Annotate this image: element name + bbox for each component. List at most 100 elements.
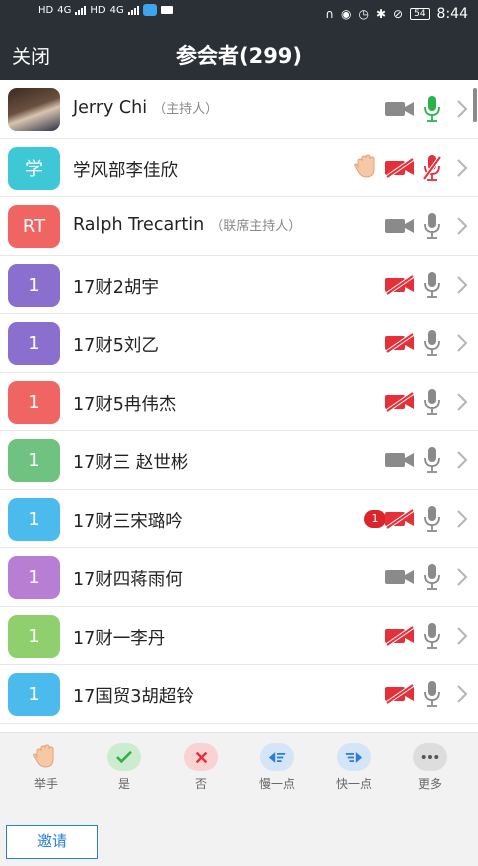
mic-icon[interactable] (422, 679, 442, 709)
chevron-right-icon[interactable] (456, 391, 468, 413)
avatar: RT (8, 205, 60, 248)
participant-row[interactable]: 1 17财一李丹 (0, 606, 478, 665)
app-notification-icon (142, 4, 157, 16)
video-off-icon[interactable] (384, 507, 416, 530)
faster-icon (337, 743, 371, 771)
participant-row[interactable]: RT Ralph Trecartin （联席主持人） (0, 197, 478, 256)
unread-badge: 1 (364, 509, 386, 528)
reaction-more[interactable]: 更多 (400, 743, 460, 792)
video-off-icon[interactable] (384, 683, 416, 705)
mic-icon[interactable] (422, 562, 442, 592)
video-icon[interactable] (384, 215, 416, 237)
hd-label-2: HD (90, 4, 106, 16)
eye-icon: ◉ (341, 7, 352, 21)
chevron-right-icon[interactable] (456, 566, 468, 588)
avatar: 1 (8, 380, 60, 424)
participant-row[interactable]: 1 17财三 赵世彬 (0, 431, 478, 490)
video-off-icon[interactable] (384, 624, 416, 647)
mic-icon[interactable] (422, 328, 442, 358)
reaction-label: 否 (194, 777, 207, 791)
reaction-check[interactable]: 是 (94, 743, 154, 792)
chevron-right-icon[interactable] (456, 98, 468, 120)
reaction-label: 更多 (417, 777, 442, 791)
mic-muted-icon[interactable] (422, 153, 442, 183)
chevron-right-icon[interactable] (456, 449, 468, 471)
mic-icon[interactable] (422, 270, 442, 300)
mic-icon[interactable] (422, 94, 442, 124)
participant-name-line: Jerry Chi （主持人） (73, 98, 218, 118)
mic-icon[interactable] (422, 621, 442, 651)
participant-row[interactable]: 1 17财2胡宇 (0, 255, 478, 314)
video-icon[interactable] (384, 98, 416, 120)
participant-row[interactable]: 1 17财5冉伟杰 (0, 372, 478, 431)
bluetooth-icon: ✱ (375, 7, 387, 21)
participant-row[interactable]: 1 17国贸3胡超铃 (0, 665, 478, 724)
participant-row[interactable]: 1 17财三宋璐吟 1 (0, 489, 478, 548)
participant-row[interactable]: 1 17财5刘乙 (0, 314, 478, 373)
participant-name-line: 17财5刘乙 (73, 332, 159, 357)
mic-icon[interactable] (422, 445, 442, 475)
participant-name: 17财一李丹 (73, 628, 166, 649)
raise-hand-icon (29, 743, 63, 771)
participant-name-line: 17财2胡宇 (73, 274, 159, 299)
signal-icon-2 (127, 5, 139, 15)
reaction-x[interactable]: 否 (171, 743, 231, 792)
avatar: 1 (8, 497, 60, 541)
participant-role: （主持人） (153, 102, 219, 117)
participant-name-line: 17财一李丹 (73, 625, 165, 650)
reaction-label: 是 (117, 777, 130, 791)
status-left: HD 4G HD 4G (38, 4, 173, 16)
headset-icon: ∩ (325, 7, 334, 21)
participant-name-line: Ralph Trecartin （联席主持人） (73, 215, 301, 235)
video-off-icon[interactable] (384, 390, 416, 413)
chevron-right-icon[interactable] (456, 157, 468, 179)
chevron-right-icon[interactable] (456, 332, 468, 354)
video-off-icon[interactable] (384, 332, 416, 354)
chevron-right-icon[interactable] (456, 508, 468, 530)
invite-button[interactable]: 邀请 (6, 825, 98, 859)
avatar (8, 88, 60, 131)
reaction-label: 快一点 (335, 777, 372, 791)
participant-list[interactable]: Jerry Chi （主持人） 学学风部李佳欣 RT Ralph Trecartin （联… (0, 80, 478, 732)
avatar: 1 (8, 263, 60, 307)
avatar: 1 (8, 439, 60, 482)
participant-row[interactable] (0, 723, 478, 732)
participant-name: 17国贸3胡超铃 (73, 687, 194, 707)
mic-icon[interactable] (422, 387, 442, 417)
video-off-icon[interactable] (384, 156, 416, 179)
participant-row[interactable]: 1 17财四蒋雨何 (0, 548, 478, 607)
clock: 8:44 (436, 6, 468, 22)
raised-hand-icon (352, 152, 382, 182)
mic-icon[interactable] (422, 211, 442, 241)
chevron-right-icon[interactable] (456, 215, 468, 237)
participant-name: Ralph Trecartin (73, 215, 205, 235)
participant-name-line: 学风部李佳欣 (73, 157, 178, 182)
participant-row[interactable]: Jerry Chi （主持人） (0, 80, 478, 139)
reaction-label: 举手 (33, 777, 58, 791)
participant-name-line: 17财5冉伟杰 (73, 391, 176, 416)
status-bar: HD 4G HD 4G ∩ ◉ ◷ ✱ ⊘ 54 8:44 (0, 0, 478, 30)
chevron-right-icon[interactable] (456, 274, 468, 296)
reaction-slower[interactable]: 慢一点 (247, 743, 307, 792)
chevron-right-icon[interactable] (456, 625, 468, 647)
participant-row[interactable]: 学学风部李佳欣 (0, 138, 478, 197)
video-icon[interactable] (384, 566, 416, 588)
participant-name: 17财2胡宇 (73, 277, 159, 298)
reaction-raise-hand[interactable]: 举手 (16, 743, 76, 792)
video-icon[interactable] (384, 449, 416, 471)
mic-icon[interactable] (422, 504, 442, 534)
scrollbar-thumb[interactable] (473, 88, 477, 122)
reaction-faster[interactable]: 快一点 (324, 743, 384, 792)
signal-icon (75, 5, 87, 15)
participant-name: 17财5冉伟杰 (73, 394, 177, 415)
video-off-icon[interactable] (384, 273, 416, 296)
participant-name: 17财三宋璐吟 (73, 511, 183, 532)
alarm-icon: ◷ (358, 7, 369, 21)
chevron-right-icon[interactable] (456, 683, 468, 705)
network-label: 4G (57, 4, 72, 16)
participant-name-line: 17财四蒋雨何 (73, 566, 183, 591)
participant-name-line: 17财三宋璐吟 (73, 508, 183, 533)
status-right: ∩ ◉ ◷ ✱ ⊘ 54 8:44 (325, 6, 468, 22)
video-notification-icon (160, 6, 173, 14)
participant-name-line: 17财三 赵世彬 (73, 449, 188, 474)
